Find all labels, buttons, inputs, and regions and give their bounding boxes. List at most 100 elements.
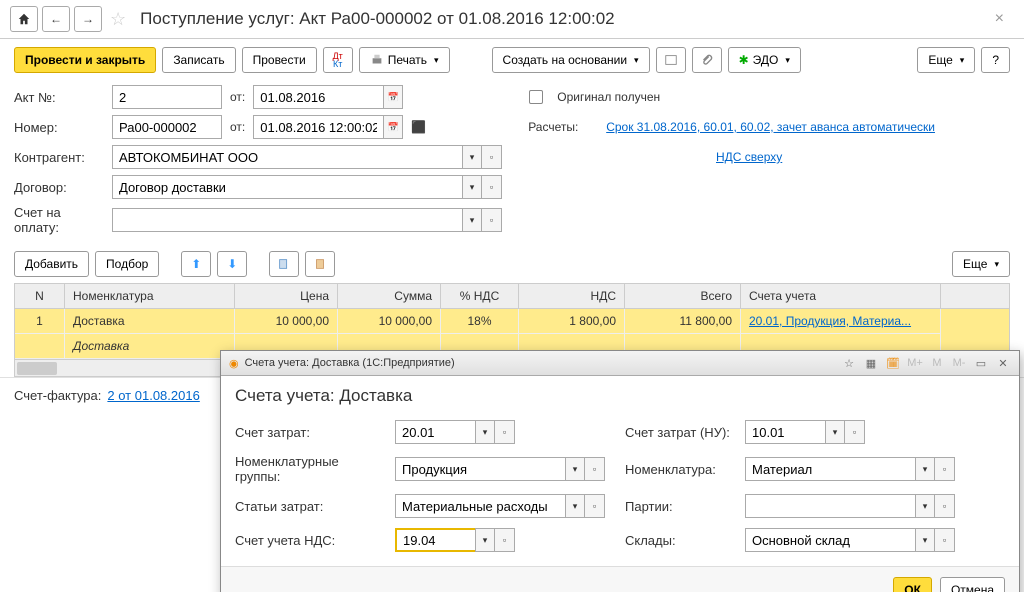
- open-ref-icon[interactable]: ▫: [845, 420, 865, 444]
- nomen-group-input[interactable]: [395, 457, 565, 481]
- move-down-button[interactable]: ⬇: [217, 251, 247, 277]
- batch-input[interactable]: [745, 494, 915, 518]
- chevron-down-icon[interactable]: ▾: [825, 420, 845, 444]
- cost-item-label: Статьи затрат:: [235, 499, 385, 514]
- chevron-down-icon[interactable]: ▾: [462, 175, 482, 199]
- m-plus-icon[interactable]: M+: [907, 355, 923, 371]
- number-label: Номер:: [14, 120, 104, 135]
- minimize-icon[interactable]: ▭: [973, 355, 989, 371]
- cost-item-input[interactable]: [395, 494, 565, 518]
- chevron-down-icon[interactable]: ▾: [462, 145, 482, 169]
- col-vat-percent[interactable]: % НДС: [441, 284, 519, 308]
- more-button[interactable]: Еще: [917, 47, 975, 73]
- nomenclature-input[interactable]: [745, 457, 915, 481]
- chevron-down-icon[interactable]: ▾: [565, 457, 585, 481]
- fav-icon[interactable]: ☆: [841, 355, 857, 371]
- vat-account-label: Счет учета НДС:: [235, 533, 385, 548]
- chevron-down-icon[interactable]: ▾: [915, 528, 935, 552]
- popup-titlebar[interactable]: ◉ Счета учета: Доставка (1С:Предприятие)…: [221, 351, 1019, 376]
- ok-button[interactable]: ОК: [893, 577, 932, 592]
- col-price[interactable]: Цена: [235, 284, 338, 308]
- grid-header: N Номенклатура Цена Сумма % НДС НДС Всег…: [15, 284, 1009, 309]
- dtkt-button[interactable]: ДтКт: [323, 47, 353, 73]
- grid-icon[interactable]: ▦: [863, 355, 879, 371]
- vat-link[interactable]: НДС сверху: [716, 150, 782, 164]
- table-more-button[interactable]: Еще: [952, 251, 1010, 277]
- home-button[interactable]: [10, 6, 38, 32]
- page-title: Поступление услуг: Акт Ра00-000002 от 01…: [140, 9, 614, 29]
- chevron-down-icon[interactable]: ▾: [915, 494, 935, 518]
- cancel-button[interactable]: Отмена: [940, 577, 1005, 592]
- popup-close-icon[interactable]: ✕: [995, 355, 1011, 371]
- move-up-button[interactable]: ⬆: [181, 251, 211, 277]
- open-ref-icon[interactable]: ▫: [495, 528, 515, 552]
- m-icon[interactable]: M: [929, 355, 945, 371]
- link-button[interactable]: [656, 47, 686, 73]
- chevron-down-icon[interactable]: ▾: [565, 494, 585, 518]
- calendar-icon[interactable]: 🗓: [885, 355, 901, 371]
- chevron-down-icon[interactable]: ▾: [462, 208, 482, 232]
- edo-button[interactable]: ✱ ЭДО: [728, 47, 801, 73]
- accounts-cell-link[interactable]: 20.01, Продукция, Материа...: [749, 314, 911, 328]
- calc-link[interactable]: Срок 31.08.2016, 60.01, 60.02, зачет ава…: [606, 120, 935, 134]
- number-input[interactable]: [112, 115, 222, 139]
- original-received-checkbox[interactable]: [529, 90, 543, 104]
- open-ref-icon[interactable]: ▫: [495, 420, 515, 444]
- pick-button[interactable]: Подбор: [95, 251, 159, 277]
- number-date-input[interactable]: [253, 115, 383, 139]
- back-button[interactable]: ←: [42, 6, 70, 32]
- table-row[interactable]: 1 Доставка 10 000,00 10 000,00 18% 1 800…: [15, 309, 1009, 334]
- chevron-down-icon[interactable]: ▾: [915, 457, 935, 481]
- open-ref-icon[interactable]: ▫: [585, 494, 605, 518]
- contract-combo: ▾ ▫: [112, 175, 502, 199]
- open-ref-icon[interactable]: ▫: [935, 528, 955, 552]
- add-row-button[interactable]: Добавить: [14, 251, 89, 277]
- favorite-icon[interactable]: ☆: [110, 9, 126, 30]
- warehouse-input[interactable]: [745, 528, 915, 552]
- m-minus-icon[interactable]: M-: [951, 355, 967, 371]
- copy-button[interactable]: [269, 251, 299, 277]
- act-date-input[interactable]: [253, 85, 383, 109]
- cost-account-nu-combo: ▾ ▫: [745, 420, 975, 444]
- print-button[interactable]: Печать: [359, 47, 450, 73]
- warehouse-combo: ▾ ▫: [745, 528, 975, 552]
- calendar-icon[interactable]: 📅: [383, 85, 403, 109]
- col-n[interactable]: N: [15, 284, 65, 308]
- number-date-combo: 📅: [253, 115, 403, 139]
- open-ref-icon[interactable]: ▫: [585, 457, 605, 481]
- open-ref-icon[interactable]: ▫: [482, 175, 502, 199]
- items-grid: N Номенклатура Цена Сумма % НДС НДС Всег…: [14, 283, 1010, 360]
- nomenclature-combo: ▾ ▫: [745, 457, 975, 481]
- contract-input[interactable]: [112, 175, 462, 199]
- close-button[interactable]: ×: [985, 6, 1014, 32]
- paste-button[interactable]: [305, 251, 335, 277]
- post-button[interactable]: Провести: [242, 47, 317, 73]
- open-ref-icon[interactable]: ▫: [935, 457, 955, 481]
- col-total[interactable]: Всего: [625, 284, 741, 308]
- attach-button[interactable]: [692, 47, 722, 73]
- invoice-link[interactable]: 2 от 01.08.2016: [107, 388, 199, 403]
- col-vat[interactable]: НДС: [519, 284, 625, 308]
- contract-label: Договор:: [14, 180, 104, 195]
- commit-close-button[interactable]: Провести и закрыть: [14, 47, 156, 73]
- act-no-input[interactable]: [112, 85, 222, 109]
- cost-account-input[interactable]: [395, 420, 475, 444]
- help-button[interactable]: ?: [981, 47, 1010, 73]
- forward-button[interactable]: →: [74, 6, 102, 32]
- open-ref-icon[interactable]: ▫: [482, 208, 502, 232]
- save-button[interactable]: Записать: [162, 47, 235, 73]
- cost-account-nu-input[interactable]: [745, 420, 825, 444]
- calendar-icon[interactable]: 📅: [383, 115, 403, 139]
- batch-label: Партии:: [625, 499, 735, 514]
- open-ref-icon[interactable]: ▫: [935, 494, 955, 518]
- chevron-down-icon[interactable]: ▾: [475, 528, 495, 552]
- vat-account-input[interactable]: [395, 528, 475, 552]
- chevron-down-icon[interactable]: ▾: [475, 420, 495, 444]
- contragent-input[interactable]: [112, 145, 462, 169]
- invoice-pay-input[interactable]: [112, 208, 462, 232]
- col-sum[interactable]: Сумма: [338, 284, 441, 308]
- col-nomenclature[interactable]: Номенклатура: [65, 284, 235, 308]
- create-based-button[interactable]: Создать на основании: [492, 47, 650, 73]
- col-accounts[interactable]: Счета учета: [741, 284, 941, 308]
- open-ref-icon[interactable]: ▫: [482, 145, 502, 169]
